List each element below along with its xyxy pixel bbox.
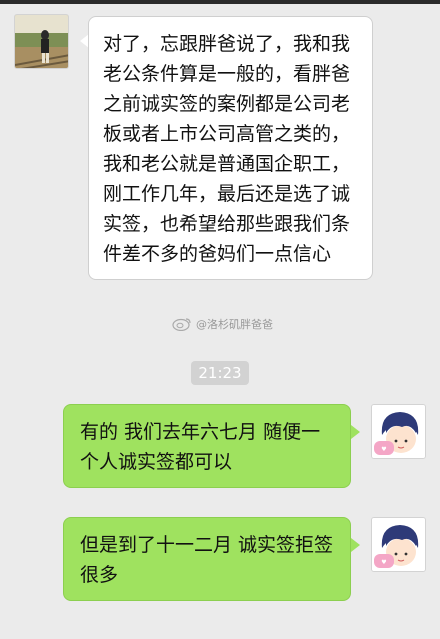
weibo-logo-icon [172, 318, 191, 331]
message-text: 对了，忘跟胖爸说了，我和我老公条件算是一般的，看胖爸之前诚实签的案例都是公司老板… [103, 33, 351, 265]
bubble-tail [351, 538, 360, 552]
user-avatar[interactable]: ♥ [371, 404, 426, 459]
status-bar-strip [0, 0, 440, 4]
user-avatar[interactable]: ♥ [371, 517, 426, 572]
cartoon-avatar-icon: ♥ [372, 518, 425, 571]
message-text: 但是到了十一二月 诚实签拒签很多 [80, 534, 334, 586]
watermark-text: @洛杉矶胖爸爸 [196, 318, 273, 331]
bubble-tail [351, 425, 360, 439]
svg-text:♥: ♥ [381, 446, 386, 453]
message-timestamp: 21:23 [191, 361, 249, 385]
message-text: 有的 我们去年六七月 随便一个人诚实签都可以 [80, 421, 321, 473]
contact-avatar[interactable] [14, 14, 69, 69]
svg-text:♥: ♥ [381, 559, 386, 566]
message-bubble[interactable]: 但是到了十一二月 诚实签拒签很多 [63, 517, 351, 601]
contact-avatar-photo [15, 15, 68, 68]
cartoon-avatar-icon: ♥ [372, 405, 425, 458]
watermark: @洛杉矶胖爸爸 [172, 316, 273, 332]
message-bubble[interactable]: 有的 我们去年六七月 随便一个人诚实签都可以 [63, 404, 351, 488]
message-bubble[interactable]: 对了，忘跟胖爸说了，我和我老公条件算是一般的，看胖爸之前诚实签的案例都是公司老板… [88, 16, 373, 280]
